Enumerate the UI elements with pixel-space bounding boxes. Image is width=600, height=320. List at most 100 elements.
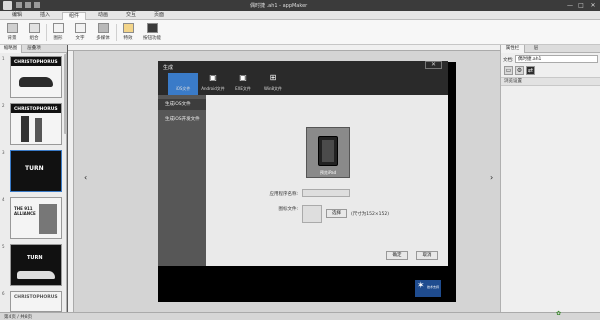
ribbon-toolbar: 背景 组合 图形 文字 多媒体 特效 按钮功能 — [0, 20, 600, 45]
cancel-button[interactable]: 取消 — [416, 251, 438, 260]
checker-icon — [29, 23, 40, 33]
watermark-logo-icon: ✿ — [556, 310, 562, 317]
brand-logo-text: 技术支持 — [427, 285, 440, 289]
properties-panel: 属性栏 层 文档: 偶时捷.ah1 ▭ ⚙ ⇄ 浏览设置 — [500, 45, 600, 312]
tab-properties[interactable]: 属性栏 — [501, 45, 525, 53]
tab-page[interactable]: 页面 — [148, 12, 170, 20]
slide-caption: CHRISTOPHORUS — [14, 107, 58, 112]
image-label: 图形 — [53, 36, 63, 41]
redo-icon[interactable] — [34, 2, 40, 8]
effects-button[interactable]: 特效 — [118, 22, 138, 43]
page-settings-icon[interactable]: ▭ — [504, 66, 513, 75]
image-button[interactable]: 图形 — [48, 22, 68, 43]
save-icon[interactable] — [16, 2, 22, 8]
app-logo-icon — [3, 1, 12, 10]
slide-caption: TURN — [25, 165, 44, 172]
android-icon: ▣ — [209, 73, 217, 82]
platform-label: EXE文件 — [235, 86, 251, 91]
slide-thumbnails-panel: 缩略图 层叠项 1 CHRISTOPHORUS 2 CHRISTOPHORUS … — [0, 45, 67, 312]
ribbon-divider — [46, 24, 47, 41]
slide-caption: CHRISTOPHORUS — [14, 295, 58, 300]
close-button[interactable]: ✕ — [588, 1, 598, 10]
background-icon — [7, 23, 18, 33]
slide-caption: THE 911 ALLIANCE — [14, 206, 36, 216]
background-label: 背景 — [7, 36, 17, 41]
slide-preview: CHRISTOPHORUS — [10, 291, 62, 312]
slide-preview: TURN — [10, 150, 62, 192]
minimize-button[interactable]: — — [565, 1, 575, 10]
button-function-label: 按钮功能 — [143, 36, 161, 41]
slide-thumbnail[interactable]: 3 TURN — [0, 148, 67, 195]
text-button[interactable]: 文字 — [70, 22, 90, 43]
ipad-icon — [318, 136, 338, 166]
undo-icon[interactable] — [25, 2, 31, 8]
tab-edit[interactable]: 编辑 — [6, 12, 28, 20]
dialog-close-button[interactable]: ✕ — [425, 61, 442, 69]
slide-thumbnail[interactable]: 5 TURN — [0, 242, 67, 289]
tab-thumbnails[interactable]: 缩略图 — [0, 45, 22, 53]
media-button[interactable]: 多媒体 — [92, 22, 114, 43]
slide-thumbnail[interactable]: 1 CHRISTOPHORUS — [0, 54, 67, 101]
slide-thumbnail[interactable]: 6 CHRISTOPHORUS — [0, 289, 67, 312]
browse-settings-section[interactable]: 浏览设置 — [501, 77, 600, 86]
tab-interaction[interactable]: 交互 — [120, 12, 142, 20]
button-function-icon — [147, 23, 158, 33]
previous-page-arrow-icon[interactable]: ‹ — [84, 173, 87, 182]
side-item-generate-ios-dev[interactable]: 生成iOS开发文件 — [158, 114, 206, 125]
background-button[interactable]: 背景 — [2, 22, 22, 43]
tab-animation[interactable]: 动画 — [92, 12, 114, 20]
tab-layers[interactable]: 层叠项 — [23, 45, 45, 53]
slide-caption: CHRISTOPHORUS — [14, 60, 58, 65]
side-item-generate-ios[interactable]: 生成iOS文件 — [158, 99, 206, 110]
text-icon — [75, 23, 86, 33]
app-name-input[interactable] — [302, 189, 350, 197]
status-bar: 第4页 / 共8页 — [0, 312, 600, 320]
group-button[interactable]: 组合 — [24, 22, 44, 43]
menu-bar: 编辑 插入 组件 动画 交互 页面 — [0, 11, 600, 21]
media-label: 多媒体 — [96, 36, 110, 41]
vertical-ruler — [68, 51, 74, 312]
platform-win8[interactable]: ⊞ Win8文件 — [258, 73, 288, 95]
icon-file-label: 图标文件: — [278, 207, 298, 212]
tab-layer[interactable]: 层 — [526, 45, 546, 53]
browse-button[interactable]: 选择 — [326, 209, 347, 218]
tab-insert[interactable]: 插入 — [34, 12, 56, 20]
slide-number: 4 — [2, 197, 5, 202]
ok-button[interactable]: 确定 — [386, 251, 408, 260]
next-page-arrow-icon[interactable]: › — [490, 173, 493, 182]
exe-icon: ▣ — [239, 73, 247, 82]
slide-thumbnail[interactable]: 2 CHRISTOPHORUS — [0, 101, 67, 148]
platform-ios[interactable]: iOS文件 — [168, 73, 198, 95]
group-label: 组合 — [29, 36, 39, 41]
button-function-button[interactable]: 按钮功能 — [140, 22, 164, 43]
right-panel-tabs: 属性栏 层 — [501, 45, 600, 53]
slide-thumbnail[interactable]: 4 THE 911 ALLIANCE — [0, 195, 67, 242]
thumbnail-scrollbar[interactable] — [64, 54, 67, 134]
slide-preview: CHRISTOPHORUS — [10, 56, 62, 98]
platform-label: iOS文件 — [175, 86, 191, 91]
slide-number: 3 — [2, 150, 5, 155]
platform-android[interactable]: ▣ Android文件 — [198, 73, 228, 95]
maximize-button[interactable]: □ — [576, 1, 586, 10]
link-icon[interactable]: ⇄ — [526, 66, 535, 75]
preview-caption: 预览iPad — [319, 170, 337, 175]
slide-preview: CHRISTOPHORUS — [10, 103, 62, 145]
icon-file-preview[interactable] — [302, 205, 322, 223]
app-name-label: 应用程序名称: — [269, 192, 298, 197]
dialog-sidebar: 生成iOS文件 生成iOS开发文件 — [158, 95, 206, 266]
ribbon-divider — [116, 24, 117, 41]
document-name-field[interactable]: 偶时捷.ah1 — [515, 55, 598, 63]
page-counter: 第4页 / 共8页 — [4, 315, 33, 320]
platform-label: Android文件 — [201, 86, 225, 91]
gear-icon[interactable]: ⚙ — [515, 66, 524, 75]
dialog-header: 生成 ✕ iOS文件 ▣ Android文件 ▣ EXE文件 ⊞ Win8文件 — [158, 61, 448, 95]
magic-wand-icon — [123, 23, 134, 33]
platform-exe[interactable]: ▣ EXE文件 — [228, 73, 258, 95]
star-icon: ✶ — [417, 281, 425, 291]
brand-logo: ✶ 技术支持 — [415, 280, 441, 297]
windows-icon: ⊞ — [269, 73, 277, 82]
text-label: 文字 — [75, 36, 85, 41]
document-label: 文档: — [503, 58, 514, 63]
horizontal-ruler — [68, 45, 500, 51]
title-bar: 偶时捷 .ah1 - appMaker — □ ✕ — [0, 0, 600, 11]
